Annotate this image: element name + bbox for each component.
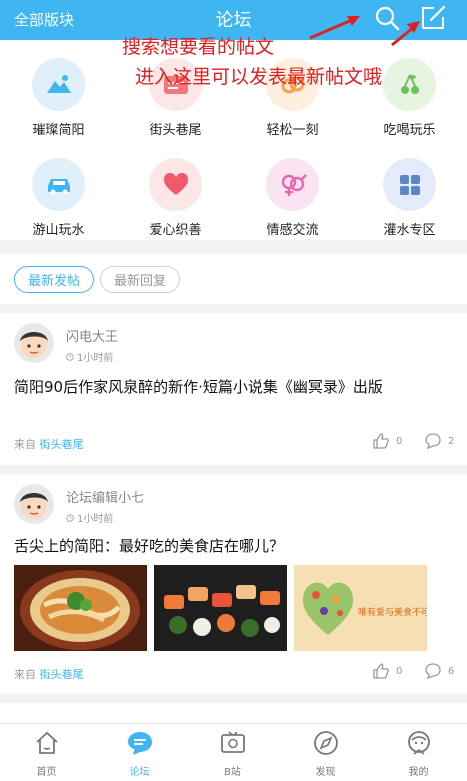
- veg-heart-image: 唯有爱与美食不可: [294, 565, 427, 651]
- tab-new-replies[interactable]: 最新回复: [100, 266, 180, 293]
- post-time: 1小时前: [66, 349, 113, 364]
- category-item-5[interactable]: 游山玩水: [0, 140, 117, 240]
- comment-count: 6: [448, 665, 455, 677]
- comment-bubble-icon: [425, 663, 441, 680]
- post-author[interactable]: 闪电大王: [66, 326, 118, 345]
- nav-label: 首页: [36, 767, 57, 778]
- category-label: 游山玩水: [32, 223, 85, 238]
- compose-post-button[interactable]: [417, 2, 449, 34]
- comment-button[interactable]: 6: [424, 662, 454, 680]
- avatar[interactable]: [14, 323, 54, 363]
- clock-icon: [66, 352, 74, 361]
- compose-icon: [422, 5, 446, 29]
- cherry-icon: [400, 74, 419, 94]
- category-item-6[interactable]: 爱心织善: [117, 140, 234, 240]
- car-icon: [47, 178, 70, 194]
- sushi-platter-image: [154, 565, 287, 651]
- post-card[interactable]: 闪电大王 1小时前 简阳90后作家风泉醉的新作·短篇小说集《幽冥录》出版 来自 …: [0, 313, 467, 465]
- category-icon-circle: [266, 158, 319, 211]
- comment-bubble-icon: [425, 433, 441, 450]
- annotation-compose-hint: 进入这里可以发表最新帖文哦: [135, 66, 383, 88]
- food-photo-noodles[interactable]: [14, 565, 147, 651]
- search-icon: [375, 6, 400, 31]
- category-label: 璀璨简阳: [32, 123, 85, 138]
- source-link[interactable]: 街头巷尾: [40, 668, 84, 681]
- category-label: 爱心织善: [149, 223, 202, 238]
- comment-count: 2: [448, 435, 455, 447]
- category-item-1[interactable]: 璀璨简阳: [0, 40, 117, 140]
- category-icon-circle: [149, 158, 202, 211]
- thumbs-up-icon: [373, 663, 389, 679]
- category-label: 街头巷尾: [149, 123, 202, 138]
- comment-button[interactable]: 2: [424, 432, 454, 450]
- category-icon-circle: [32, 158, 85, 211]
- category-item-4[interactable]: 吃喝玩乐: [351, 40, 467, 140]
- post-filter-tabs: 最新发帖 最新回复: [0, 254, 467, 304]
- nav-label: 论坛: [129, 767, 150, 778]
- search-button[interactable]: [371, 2, 403, 34]
- heart-icon: [163, 172, 188, 195]
- post-title[interactable]: 简阳90后作家风泉醉的新作·短篇小说集《幽冥录》出版: [14, 375, 454, 399]
- food-photo-veg-heart[interactable]: 唯有爱与美食不可: [294, 565, 427, 651]
- thumbs-up-icon: [373, 433, 389, 449]
- forum-chat-icon: [127, 730, 153, 756]
- nav-item-bzhan[interactable]: B站: [186, 724, 279, 781]
- bottom-navigation: 首页 论坛 B站 发现 我的: [0, 723, 467, 781]
- nav-label: 我的: [408, 767, 429, 778]
- image-caption: 唯有爱与美食不可: [358, 606, 427, 618]
- post-time: 1小时前: [66, 510, 113, 525]
- gender-symbols-icon: [281, 173, 307, 196]
- clock-icon: [66, 513, 74, 522]
- mountain-landscape-icon: [46, 74, 71, 93]
- category-item-7[interactable]: 情感交流: [234, 140, 351, 240]
- nav-item-home[interactable]: 首页: [0, 724, 93, 781]
- annotation-search-hint: 搜索想要看的帖文: [122, 36, 275, 58]
- app-screen: 全部版块 论坛 璀璨简阳 街头巷尾 轻松一刻 吃喝玩乐 游山玩水 爱心织善 情感…: [0, 0, 467, 781]
- category-icon-circle: [32, 58, 85, 111]
- source-prefix: 来自: [14, 668, 36, 681]
- tv-icon: [220, 730, 246, 756]
- category-item-8[interactable]: 灌水专区: [351, 140, 467, 240]
- category-icon-circle: [383, 58, 436, 111]
- home-icon: [34, 730, 60, 756]
- source-prefix: 来自: [14, 438, 36, 451]
- category-label: 轻松一刻: [266, 123, 319, 138]
- like-count: 0: [396, 435, 403, 447]
- cartoon-avatar-icon: [14, 484, 54, 524]
- post-time-text: 1小时前: [77, 353, 114, 364]
- grid-icon: [399, 174, 420, 195]
- nav-label: B站: [224, 767, 241, 778]
- post-author[interactable]: 论坛编辑小七: [66, 487, 144, 506]
- category-icon-circle: [383, 158, 436, 211]
- profile-icon: [406, 730, 432, 756]
- nav-item-forum[interactable]: 论坛: [93, 724, 186, 781]
- all-sections-button[interactable]: 全部版块: [14, 9, 74, 30]
- cartoon-avatar-icon: [14, 323, 54, 363]
- post-card[interactable]: 论坛编辑小七 1小时前 舌尖上的简阳：最好吃的美食店在哪儿？ 唯有爱与美食不可 …: [0, 474, 467, 694]
- avatar[interactable]: [14, 484, 54, 524]
- like-button[interactable]: 0: [372, 432, 402, 450]
- category-label: 情感交流: [266, 223, 319, 238]
- post-source: 来自 街头巷尾: [14, 666, 84, 682]
- nav-label: 发现: [315, 767, 336, 778]
- nav-item-discover[interactable]: 发现: [279, 724, 372, 781]
- like-count: 0: [396, 665, 403, 677]
- food-photo-sushi[interactable]: [154, 565, 287, 651]
- post-time-text: 1小时前: [77, 514, 114, 525]
- post-source: 来自 街头巷尾: [14, 436, 84, 452]
- category-label: 灌水专区: [383, 223, 436, 238]
- post-title[interactable]: 舌尖上的简阳：最好吃的美食店在哪儿？: [14, 534, 454, 558]
- next-post-card-edge: [0, 703, 467, 723]
- nav-item-profile[interactable]: 我的: [372, 724, 465, 781]
- tab-new-posts[interactable]: 最新发帖: [14, 266, 94, 293]
- compass-icon: [313, 730, 339, 756]
- category-label: 吃喝玩乐: [383, 123, 436, 138]
- source-link[interactable]: 街头巷尾: [40, 438, 84, 451]
- noodles-dish-image: [14, 565, 147, 651]
- like-button[interactable]: 0: [372, 662, 402, 680]
